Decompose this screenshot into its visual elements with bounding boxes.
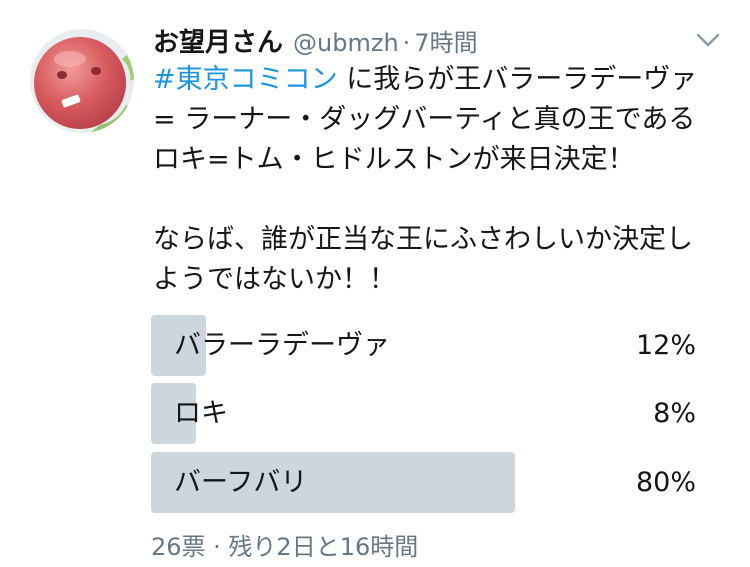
poll-meta: 26票 · 残り2日と16時間 bbox=[151, 533, 419, 561]
poll-option-label: ロキ bbox=[174, 398, 228, 429]
tweet-line-5: ようではないか！！ bbox=[153, 264, 396, 295]
author-name[interactable]: お望月さん bbox=[153, 22, 283, 59]
hashtag-link[interactable]: #東京コミコン bbox=[153, 64, 338, 95]
tweet-text: #東京コミコン に我らが王バラーラデーヴァ = ラーナー・ダッグバーティと真の王… bbox=[153, 60, 733, 300]
poll-option[interactable]: バーフバリ 80% bbox=[151, 452, 696, 513]
poll-option[interactable]: バラーラデーヴァ 12% bbox=[151, 315, 696, 376]
tweet-line-4: ならば、誰が正当な王にふさわしいか決定し bbox=[153, 224, 693, 255]
poll-option-label: バラーラデーヴァ bbox=[174, 330, 390, 361]
chevron-down-icon[interactable] bbox=[694, 30, 722, 50]
tomato-avatar-image bbox=[30, 29, 134, 133]
tweet-line-1: #東京コミコン に我らが王バラーラデーヴァ bbox=[153, 60, 733, 100]
tweet-header: お望月さん @ubmzh · 7時間 bbox=[153, 22, 478, 62]
tweet-timestamp[interactable]: 7時間 bbox=[414, 23, 477, 58]
poll-option-percent: 8% bbox=[653, 398, 696, 429]
poll-option[interactable]: ロキ 8% bbox=[151, 383, 696, 444]
tweet-line-1-text: に我らが王バラーラデーヴァ bbox=[337, 64, 698, 95]
header-separator: · bbox=[402, 29, 411, 57]
avatar[interactable] bbox=[30, 29, 134, 133]
poll-option-percent: 12% bbox=[635, 330, 696, 361]
author-handle[interactable]: @ubmzh bbox=[293, 29, 399, 57]
poll-option-percent: 80% bbox=[635, 467, 696, 498]
tweet-line-3: ロキ=トム・ヒドルストンが来日決定！ bbox=[153, 144, 635, 175]
tweet-line-2: = ラーナー・ダッグバーティと真の王である bbox=[153, 104, 696, 135]
poll-option-label: バーフバリ bbox=[174, 467, 308, 498]
